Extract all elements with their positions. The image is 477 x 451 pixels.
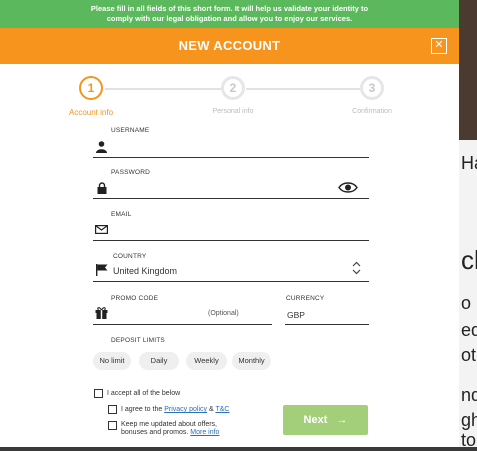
- promo-code-hint: (Optional): [208, 310, 239, 317]
- keep-updated-checkbox[interactable]: [108, 421, 117, 430]
- step-connector: [105, 88, 222, 90]
- username-label: USERNAME: [111, 127, 150, 134]
- step-1-circle: 1: [79, 76, 103, 100]
- agree-terms-label: I agree to the Privacy policy & T&C: [121, 406, 229, 414]
- step-2-circle: 2: [221, 76, 245, 100]
- step-3-label: Confirmation: [352, 108, 392, 115]
- flag-icon: [96, 264, 108, 276]
- envelope-icon: [95, 225, 108, 234]
- step-connector: [246, 88, 360, 90]
- background-text: ot: [461, 345, 477, 365]
- currency-value: GBP: [287, 310, 305, 320]
- promo-code-field[interactable]: (Optional): [93, 302, 272, 325]
- country-value: United Kingdom: [113, 266, 178, 276]
- new-account-modal: Please fill in all fields of this short …: [0, 0, 459, 447]
- deposit-monthly-button[interactable]: Monthly: [232, 352, 271, 370]
- background-text: ck: [461, 245, 477, 275]
- step-1-label: Account info: [68, 108, 114, 117]
- password-field[interactable]: [93, 176, 369, 199]
- tc-link[interactable]: T&C: [215, 406, 229, 413]
- step-3-circle: 3: [360, 76, 384, 100]
- background-text: to: [461, 430, 477, 450]
- agree-terms-checkbox[interactable]: [108, 405, 117, 414]
- keep-updated-label: Keep me updated about offers, bonuses an…: [121, 421, 219, 437]
- modal-header: NEW ACCOUNT ✕: [0, 28, 459, 64]
- accept-all-checkbox[interactable]: [94, 389, 103, 398]
- next-button[interactable]: Next →: [283, 405, 368, 435]
- background-text: nd: [461, 385, 477, 405]
- background-text: o: [461, 293, 472, 313]
- background-text: ed: [461, 320, 477, 340]
- gift-icon: [95, 307, 108, 319]
- modal-title: NEW ACCOUNT: [178, 38, 281, 53]
- notice-banner: Please fill in all fields of this short …: [0, 0, 459, 28]
- background-text: Ha: [461, 153, 477, 173]
- progress-stepper: 1 2 3 Account info Personal info Confirm…: [0, 72, 459, 122]
- deposit-weekly-button[interactable]: Weekly: [186, 352, 227, 370]
- more-info-link[interactable]: More info: [190, 429, 219, 436]
- email-label: EMAIL: [111, 211, 132, 218]
- background-header: [459, 0, 477, 140]
- arrow-right-icon: →: [336, 414, 348, 426]
- currency-field[interactable]: GBP: [285, 302, 369, 325]
- email-field[interactable]: [93, 218, 369, 241]
- agree-terms-text: I agree to the: [121, 406, 165, 413]
- user-icon: [96, 141, 107, 153]
- country-select[interactable]: United Kingdom: [93, 259, 369, 282]
- currency-label: CURRENCY: [286, 295, 325, 302]
- deposit-daily-button[interactable]: Daily: [139, 352, 179, 370]
- deposit-no-limit-button[interactable]: No limit: [93, 352, 131, 370]
- privacy-policy-link[interactable]: Privacy policy: [164, 406, 207, 413]
- step-2-label: Personal info: [212, 108, 254, 115]
- keep-updated-line: Keep me updated about offers,: [121, 421, 217, 428]
- password-label: PASSWORD: [111, 169, 151, 176]
- keep-updated-line2: bonuses and promos. More info: [121, 429, 219, 437]
- background-page: Ha ck o ed ot nd gh to: [459, 0, 477, 450]
- chevron-updown-icon: [352, 261, 361, 275]
- notice-line: comply with our legal obligation and all…: [106, 14, 353, 23]
- accept-all-label: I accept all of the below: [107, 390, 181, 397]
- deposit-limits-label: DEPOSIT LIMITS: [111, 337, 165, 344]
- keep-updated-text: bonuses and promos.: [121, 429, 191, 436]
- next-label: Next: [303, 414, 328, 426]
- promo-code-label: PROMO CODE: [111, 295, 159, 302]
- close-button[interactable]: ✕: [431, 38, 447, 54]
- close-icon: ✕: [434, 39, 444, 51]
- eye-icon[interactable]: [338, 182, 358, 193]
- lock-icon: [97, 182, 107, 194]
- notice-line: Please fill in all fields of this short …: [90, 4, 369, 13]
- username-field[interactable]: [93, 135, 369, 158]
- background-text: gh: [461, 410, 477, 430]
